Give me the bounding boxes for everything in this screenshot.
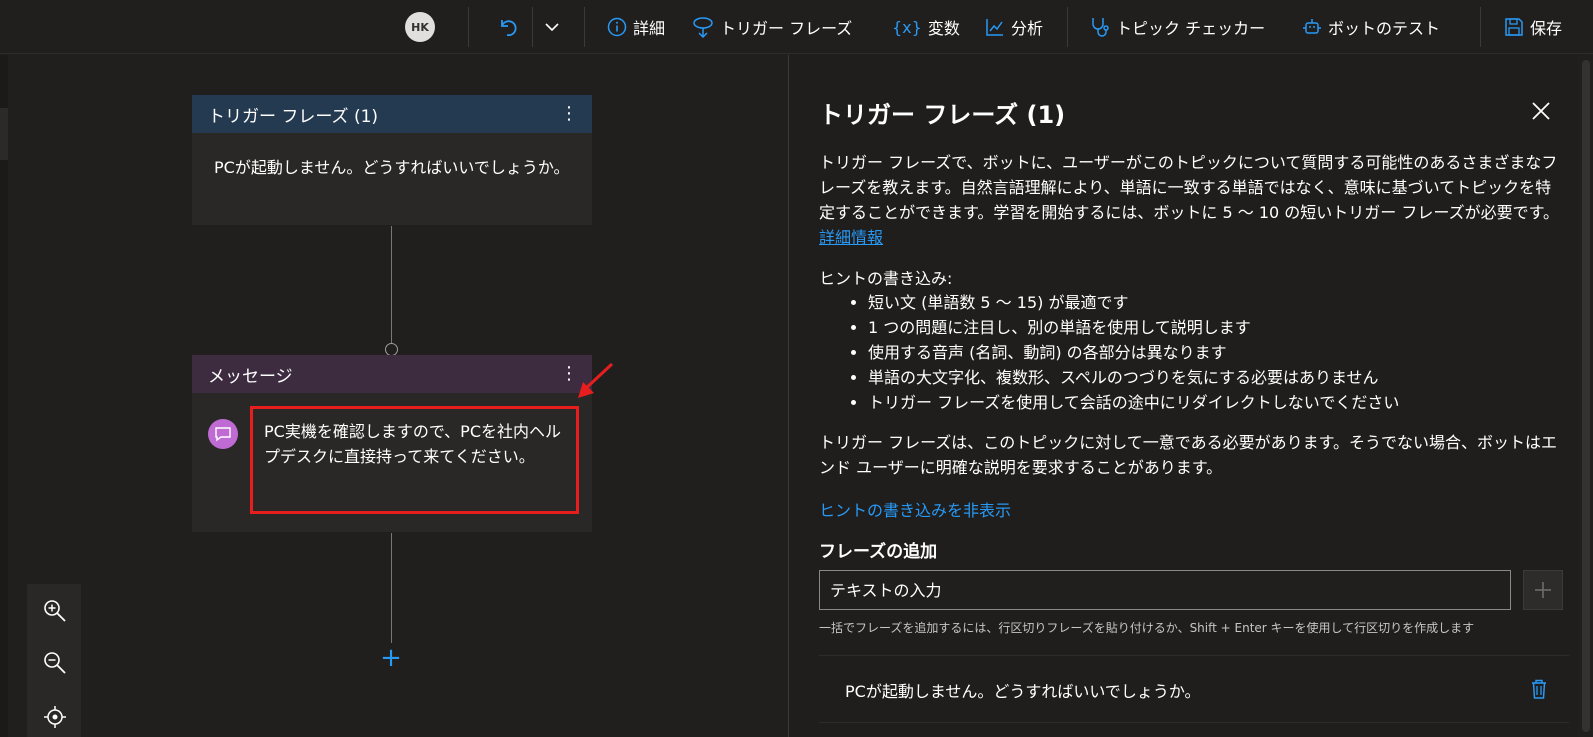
chart-line-icon: [986, 19, 1003, 36]
close-icon[interactable]: [1530, 100, 1552, 122]
details-button[interactable]: 詳細: [607, 12, 665, 42]
save-button[interactable]: 保存: [1504, 12, 1562, 42]
test-bot-label: ボットのテスト: [1328, 19, 1441, 38]
trigger-icon: [693, 17, 713, 38]
zoom-out-icon[interactable]: [42, 650, 68, 676]
variables-button[interactable]: {x} 変数: [892, 12, 960, 42]
description-text: トリガー フレーズで、ボットに、ユーザーがこのトピックについて質問する可能性のあ…: [819, 153, 1559, 222]
chat-bubble-icon: [208, 419, 238, 449]
hints-list: 短い文 (単語数 5 〜 15) が最適です 1 つの問題に注目し、別の単語を使…: [868, 290, 1399, 415]
hint-item: 使用する音声 (名詞、動詞) の各部分は異なります: [868, 340, 1399, 365]
topic-checker-button[interactable]: トピック チェッカー: [1090, 12, 1265, 42]
trigger-node-title: トリガー フレーズ (1): [208, 106, 379, 127]
undo-dropdown-button[interactable]: [543, 12, 561, 42]
trigger-node-phrase: PCが起動しません。どうすればいいでしょうか。: [214, 158, 570, 177]
panel-title: トリガー フレーズ (1): [819, 101, 1066, 129]
hint-item: 単語の大文字化、複数形、スペルのつづりを気にする必要はありません: [868, 365, 1399, 390]
details-label: 詳細: [633, 19, 666, 38]
undo-button[interactable]: [497, 12, 519, 42]
analytics-label: 分析: [1011, 19, 1044, 38]
info-icon: [607, 17, 627, 37]
toolbar-divider: [1480, 7, 1481, 47]
phrase-list-item: PCが起動しません。どうすればいいでしょうか。: [819, 655, 1569, 723]
hide-hints-link[interactable]: ヒントの書き込みを非表示: [819, 497, 1011, 521]
toolbar-divider: [584, 7, 585, 47]
panel-scrollbar-thumb[interactable]: [1582, 60, 1590, 732]
node-connector: [391, 533, 392, 643]
add-node-button[interactable]: +: [378, 645, 404, 671]
message-text-highlighted[interactable]: PC実機を確認しますので、PCを社内ヘルプデスクに直接持って来てください。: [250, 406, 579, 514]
panel-description: トリガー フレーズで、ボットに、ユーザーがこのトピックについて質問する可能性のあ…: [819, 150, 1559, 250]
uniqueness-note: トリガー フレーズは、このトピックに対して一意である必要があります。そうでない場…: [819, 433, 1558, 477]
red-arrow-annotation: [578, 362, 614, 398]
trigger-phrases-node[interactable]: トリガー フレーズ (1) ⋮ PCが起動しません。どうすればいいでしょうか。: [192, 95, 592, 225]
variables-label: 変数: [927, 19, 960, 38]
hint-item: トリガー フレーズを使用して会話の途中にリダイレクトしないでください: [868, 390, 1399, 415]
hint-item: 短い文 (単語数 5 〜 15) が最適です: [868, 290, 1399, 315]
toolbar-divider: [1067, 7, 1068, 47]
variables-icon: {x}: [892, 17, 922, 37]
chevron-down-icon: [545, 23, 559, 32]
top-toolbar: HK 詳細 トリガー フレーズ {x} 変数 分析 トピック チェッカー ボット…: [0, 0, 1593, 54]
zoom-in-icon[interactable]: [42, 598, 68, 624]
more-options-icon[interactable]: ⋮: [560, 105, 578, 123]
add-phrases-title: フレーズの追加: [819, 542, 938, 562]
phrase-text: PCが起動しません。どうすればいいでしょうか。: [845, 682, 1201, 701]
undo-icon: [501, 20, 517, 37]
delete-icon[interactable]: [1529, 678, 1549, 700]
save-icon: [1505, 18, 1523, 36]
test-bot-button[interactable]: ボットのテスト: [1302, 12, 1440, 42]
message-node-header: メッセージ ⋮: [192, 355, 592, 393]
toolbar-divider: [468, 7, 469, 47]
message-node-title: メッセージ: [208, 366, 293, 387]
bot-icon: [1303, 19, 1321, 34]
toolbar-divider: [532, 7, 533, 47]
learn-more-link[interactable]: 詳細情報: [819, 228, 883, 247]
stethoscope-icon: [1092, 18, 1109, 37]
canvas-left-edge-marker: [0, 108, 8, 160]
recenter-icon[interactable]: [42, 704, 68, 730]
add-phrase-button[interactable]: [1523, 570, 1563, 610]
trigger-phrases-button[interactable]: トリガー フレーズ: [692, 12, 852, 42]
avatar[interactable]: HK: [405, 12, 435, 42]
bulk-add-helper-text: 一括でフレーズを追加するには、行区切りフレーズを貼り付けるか、Shift + E…: [819, 621, 1475, 635]
node-connector: [391, 226, 392, 343]
trigger-phrases-label: トリガー フレーズ: [720, 19, 853, 38]
topic-checker-label: トピック チェッカー: [1116, 19, 1266, 38]
zoom-controls: [27, 584, 81, 737]
analytics-button[interactable]: 分析: [985, 12, 1043, 42]
phrase-input[interactable]: [819, 570, 1511, 610]
trigger-node-header: トリガー フレーズ (1) ⋮: [192, 95, 592, 133]
hints-title: ヒントの書き込み:: [819, 269, 953, 288]
save-label: 保存: [1530, 19, 1563, 38]
hint-item: 1 つの問題に注目し、別の単語を使用して説明します: [868, 315, 1399, 340]
plus-icon: [1535, 582, 1551, 598]
